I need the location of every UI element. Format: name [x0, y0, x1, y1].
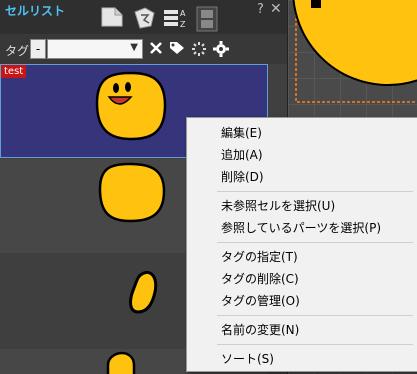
menu-separator — [217, 315, 413, 316]
svg-text:Z: Z — [180, 20, 186, 29]
sprite-preview — [292, 0, 417, 86]
filmstrip-icon[interactable] — [195, 6, 219, 32]
tag-icon[interactable] — [169, 41, 185, 55]
menu-separator — [217, 191, 413, 192]
chevron-down-icon: ▼ — [130, 42, 138, 53]
menu-item-add[interactable]: 追加(A) — [221, 146, 263, 163]
new-cell-icon[interactable] — [100, 6, 124, 28]
menu-item-select-referencing-parts[interactable]: 参照しているパーツを選択(P) — [221, 219, 381, 236]
sort-az-icon[interactable]: A Z — [163, 6, 189, 30]
menu-item-select-unreferenced[interactable]: 未参照セルを選択(U) — [221, 197, 335, 214]
menu-separator — [217, 242, 413, 243]
sprite-detail — [311, 0, 321, 8]
menu-item-tag-remove[interactable]: タグの削除(C) — [221, 270, 299, 287]
menu-item-rename[interactable]: 名前の変更(N) — [221, 321, 299, 338]
svg-text:A: A — [180, 9, 186, 18]
tag-mode-button[interactable]: - — [30, 39, 46, 59]
close-icon[interactable]: ✕ — [270, 1, 282, 17]
panel-title: セルリスト — [5, 4, 66, 18]
gear-icon[interactable] — [213, 41, 229, 57]
menu-item-tag-manage[interactable]: タグの管理(O) — [221, 292, 300, 309]
cell-list-header: セルリスト A Z ? ✕ — [0, 0, 287, 34]
menu-separator — [217, 344, 413, 345]
menu-item-delete[interactable]: 削除(D) — [221, 168, 264, 185]
tag-toolbar: タグ - ▼ — [0, 34, 287, 64]
clear-tag-icon[interactable] — [149, 41, 163, 55]
link-cell-icon[interactable] — [132, 6, 158, 30]
menu-item-sort[interactable]: ソート(S) — [221, 350, 274, 367]
tag-label: タグ — [5, 44, 30, 58]
help-icon[interactable]: ? — [257, 2, 264, 17]
loading-spinner-icon[interactable] — [191, 41, 207, 57]
context-menu: 編集(E) 追加(A) 削除(D) 未参照セルを選択(U) 参照しているパーツを… — [186, 117, 417, 372]
tag-select[interactable]: ▼ — [47, 39, 143, 59]
menu-item-tag-assign[interactable]: タグの指定(T) — [221, 248, 298, 265]
menu-item-edit[interactable]: 編集(E) — [221, 124, 262, 141]
